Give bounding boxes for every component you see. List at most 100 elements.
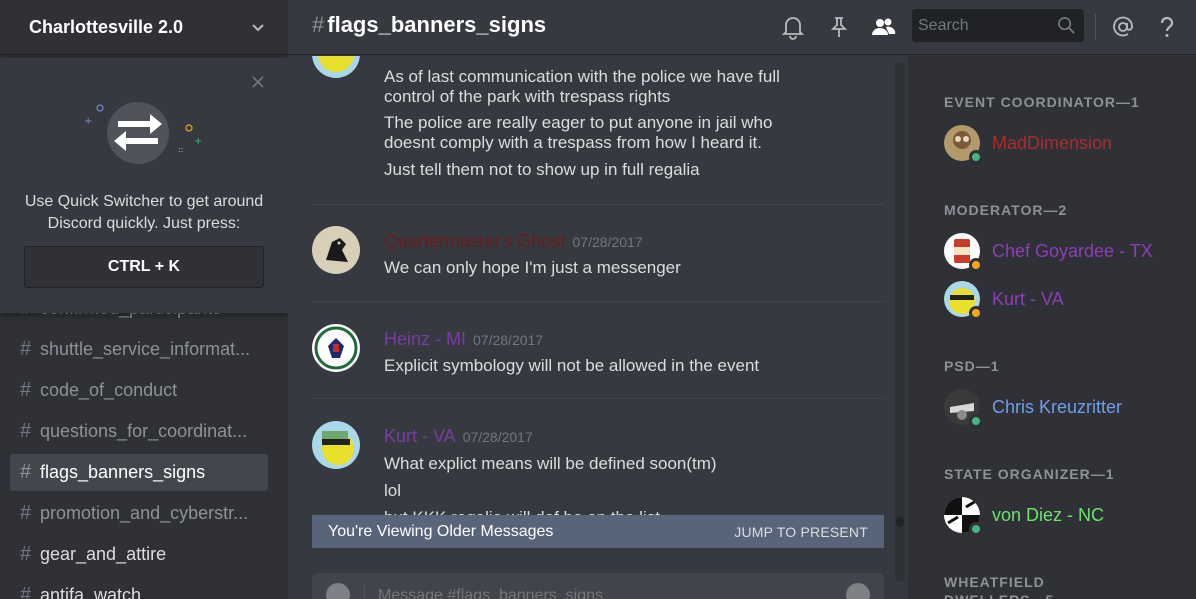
close-icon[interactable] [250, 74, 266, 90]
message-list: As of last communication with the police… [288, 56, 908, 599]
search-box[interactable] [912, 9, 1084, 42]
channel-item-questions[interactable]: # questions_for_coordinat... [10, 413, 268, 450]
quick-switcher-tip: + + :: Use Quick Switcher to get around … [0, 58, 288, 313]
role-header: WHEATFIELD DWELLERS—5 [944, 574, 1053, 599]
tip-line-2: Discord quickly. Just press: [47, 215, 241, 232]
chevron-down-icon [252, 24, 264, 32]
channel-label: gear_and_attire [40, 544, 167, 564]
channel-label: antifa_watch [40, 585, 142, 599]
search-icon [1058, 17, 1075, 34]
help-icon[interactable] [1154, 14, 1180, 40]
at-mentions-icon[interactable] [1110, 14, 1136, 40]
svg-text:+: + [194, 136, 202, 147]
timestamp: 07/28/2017 [473, 332, 544, 348]
message-header: Quartermaster's Ghost 07/28/2017 [384, 231, 643, 252]
author-name[interactable]: Kurt - VA [384, 426, 456, 447]
server-header[interactable]: Charlottesville 2.0 [0, 0, 288, 55]
member-item[interactable]: MadDimension [944, 123, 1113, 164]
message-text: What explict means will be defined soon(… [384, 454, 717, 473]
channel-item-gear-and-attire[interactable]: # gear_and_attire [10, 536, 268, 573]
avatar[interactable] [312, 421, 360, 469]
channel-list: #confirmed_participants #shuttle_service… [0, 290, 288, 599]
member-item[interactable]: Kurt - VA [944, 279, 1064, 320]
svg-text:+: + [84, 116, 92, 127]
avatar [944, 281, 983, 320]
channel-label: promotion_and_cyberstr... [40, 503, 249, 523]
avatar [944, 497, 983, 536]
message-header: Kurt - VA 07/28/2017 [384, 426, 533, 447]
shortcut-key-box: CTRL + K [24, 246, 264, 288]
author-name[interactable]: Quartermaster's Ghost [384, 231, 566, 252]
channel-header: # flags_banners_signs [288, 0, 1196, 55]
channel-item-flags-banners-signs[interactable]: # flags_banners_signs [10, 454, 268, 491]
hash-icon: # [312, 12, 325, 37]
message-composer [312, 573, 884, 599]
member-item[interactable]: Chris Kreuzritter [944, 387, 1123, 428]
emoji-icon[interactable] [846, 583, 870, 599]
message-divider [312, 204, 884, 205]
role-header: MODERATOR—2 [944, 202, 1068, 218]
timestamp: 07/28/2017 [462, 429, 533, 445]
search-input[interactable] [918, 9, 1048, 42]
channel-item-shuttle-service[interactable]: # shuttle_service_informat... [10, 331, 268, 368]
channel-title-text: flags_banners_signs [327, 12, 547, 37]
message-header: Heinz - MI 07/28/2017 [384, 329, 543, 350]
message-text: Explicit symbology will not be allowed i… [384, 356, 760, 375]
member-name: von Diez - NC [992, 504, 1105, 525]
hash-icon: # [20, 502, 32, 524]
channel-label: code_of_conduct [40, 380, 178, 400]
role-header: STATE ORGANIZER—1 [944, 466, 1115, 482]
message-divider [312, 398, 884, 399]
message-input[interactable] [378, 587, 778, 599]
hash-icon: # [20, 379, 32, 401]
message-text: We can only hope I'm just a messenger [384, 258, 681, 277]
pin-icon[interactable] [826, 14, 852, 40]
older-messages-label: You're Viewing Older Messages [328, 522, 554, 540]
message-text: The police are really eager to put anyon… [384, 113, 773, 152]
members-icon[interactable] [870, 14, 896, 40]
avatar [944, 233, 983, 272]
avatar[interactable] [312, 226, 360, 274]
hash-icon: # [20, 420, 32, 442]
composer-divider [364, 583, 365, 599]
avatar [944, 125, 983, 164]
jump-to-present-button[interactable]: JUMP TO PRESENT [734, 524, 868, 540]
scroll-thumb[interactable] [896, 517, 904, 527]
channel-label: questions_for_coordinat... [40, 421, 248, 441]
role-header: EVENT COORDINATOR—1 [944, 94, 1140, 110]
channel-label: flags_banners_signs [40, 462, 206, 482]
status-idle-indicator [969, 258, 983, 272]
avatar[interactable] [312, 324, 360, 372]
channel-item-code-of-conduct[interactable]: # code_of_conduct [10, 372, 268, 409]
status-online-indicator [969, 150, 983, 164]
role-header: PSD—1 [944, 358, 1000, 374]
hash-icon: # [20, 461, 32, 483]
channel-item-promotion[interactable]: # promotion_and_cyberstr... [10, 495, 268, 532]
scrollbar[interactable] [895, 62, 905, 582]
discord-app: Charlottesville 2.0 #confirmed_participa… [0, 0, 1196, 599]
member-name: Chef Goyardee - TX [992, 240, 1153, 261]
header-divider [1095, 14, 1096, 40]
bell-icon[interactable] [780, 14, 806, 40]
status-idle-indicator [969, 306, 983, 320]
channel-sidebar: Charlottesville 2.0 #confirmed_participa… [0, 0, 288, 599]
message-divider [312, 301, 884, 302]
channel-item-antifa-watch[interactable]: # antifa_watch [10, 577, 268, 599]
avatar[interactable] [312, 56, 360, 78]
hash-icon: # [20, 543, 32, 565]
member-name: Kurt - VA [992, 288, 1064, 309]
quick-switcher-icon: + + :: [84, 102, 202, 164]
hash-icon: # [20, 338, 32, 360]
member-name: MadDimension [992, 132, 1113, 153]
upload-icon[interactable] [326, 583, 350, 599]
svg-text:::: :: [178, 145, 183, 154]
message-text: As of last communication with the police… [384, 67, 780, 106]
avatar [944, 389, 983, 428]
timestamp: 07/28/2017 [572, 234, 643, 250]
member-name: Chris Kreuzritter [992, 396, 1123, 417]
quick-switcher-description: Use Quick Switcher to get around Discord… [20, 191, 268, 235]
status-online-indicator [969, 522, 983, 536]
member-item[interactable]: Chef Goyardee - TX [944, 231, 1153, 272]
author-name[interactable]: Heinz - MI [384, 329, 466, 350]
member-item[interactable]: von Diez - NC [944, 495, 1105, 536]
